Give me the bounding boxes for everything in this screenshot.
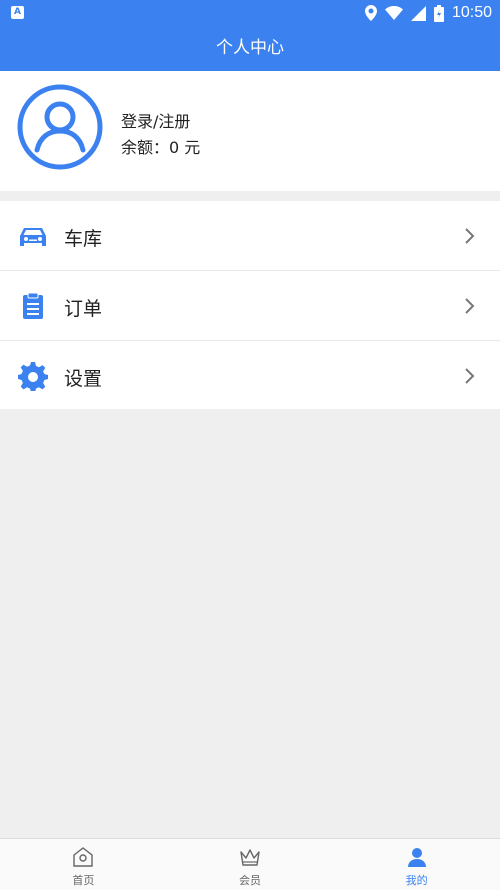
nav-item-mine[interactable]: 我的	[333, 839, 500, 890]
chevron-right-icon	[465, 298, 475, 314]
gear-icon	[18, 362, 48, 391]
nav-label-mine: 我的	[405, 874, 428, 887]
car-icon	[20, 228, 46, 246]
login-register-link[interactable]: 登录/注册	[121, 108, 190, 132]
menu-label-settings: 设置	[64, 368, 103, 390]
menu-item-garage[interactable]: 车库	[0, 201, 500, 271]
balance-text: 余额：0 元	[121, 138, 201, 157]
profile-card[interactable]: 登录/注册 余额：0 元	[0, 71, 500, 191]
bottom-nav: 首页 会员 我的	[0, 838, 500, 890]
menu-label-garage: 车库	[64, 228, 103, 250]
nav-label-member: 会员	[239, 874, 261, 887]
nav-item-member[interactable]: 会员	[167, 839, 334, 890]
menu-item-settings[interactable]: 设置	[0, 341, 500, 409]
clipboard-icon	[23, 292, 43, 319]
wifi-icon	[384, 6, 403, 20]
clock: 10:50	[451, 4, 492, 21]
nav-label-home: 首页	[72, 874, 95, 887]
nav-item-home[interactable]: 首页	[0, 839, 167, 890]
menu-list: 车库 订单 设置	[0, 201, 500, 409]
chevron-right-icon	[465, 368, 475, 384]
app-notification-icon: A	[11, 6, 24, 19]
page-title: 个人中心	[0, 26, 500, 71]
menu-item-orders[interactable]: 订单	[0, 271, 500, 341]
status-bar: A 10:50	[0, 0, 500, 26]
signal-icon	[410, 5, 426, 21]
chevron-right-icon	[465, 228, 475, 244]
location-icon	[364, 5, 377, 21]
menu-label-orders: 订单	[64, 298, 103, 320]
person-icon	[407, 848, 426, 867]
home-icon	[73, 847, 94, 867]
avatar-icon[interactable]	[17, 84, 103, 170]
battery-icon	[433, 4, 444, 22]
crown-icon	[240, 849, 260, 866]
